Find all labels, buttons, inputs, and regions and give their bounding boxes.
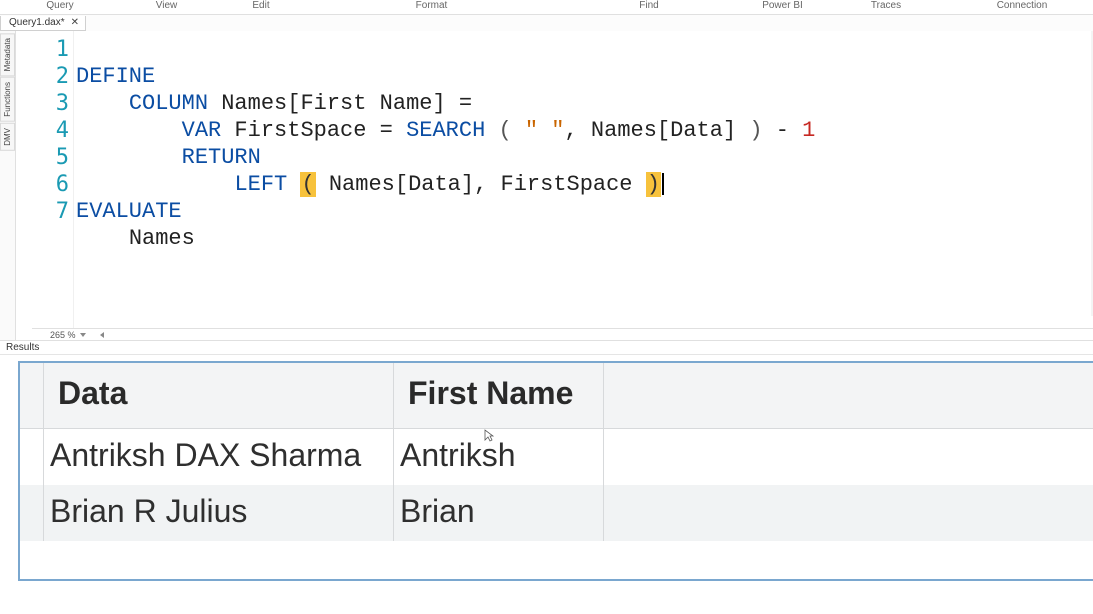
results-panel: Results Data First Name Antriksh DAX Sha…: [0, 340, 1093, 581]
cell-data[interactable]: Antriksh DAX Sharma: [44, 429, 394, 485]
matched-paren-close: ): [646, 172, 661, 197]
kw-var: VAR: [182, 118, 222, 143]
file-tab-label: Query1.dax*: [9, 17, 65, 28]
kw-define: DEFINE: [76, 64, 155, 89]
kw-evaluate: EVALUATE: [76, 199, 182, 224]
cell-first-name[interactable]: Brian: [394, 485, 604, 541]
column-header-first-name[interactable]: First Name: [394, 363, 604, 429]
side-tabs: Metadata Functions DMV: [0, 31, 16, 340]
side-tab-functions[interactable]: Functions: [0, 77, 15, 122]
column-header-empty: [604, 363, 1093, 429]
menu-format[interactable]: Format: [309, 0, 554, 11]
cell-first-name[interactable]: Antriksh: [394, 429, 604, 485]
chevron-down-icon[interactable]: [80, 333, 86, 337]
row-header[interactable]: [20, 429, 44, 485]
kw-return: RETURN: [182, 145, 261, 170]
code-area[interactable]: DEFINE COLUMN Names[First Name] = VAR Fi…: [76, 36, 1093, 279]
zoom-bar: 265 %: [32, 328, 1093, 340]
row-header[interactable]: [20, 485, 44, 541]
cell-empty: [604, 429, 1093, 485]
results-label: Results: [0, 341, 1093, 355]
string-literal: " ": [525, 118, 565, 143]
close-icon[interactable]: ✕: [71, 17, 79, 28]
matched-paren-open: (: [300, 172, 315, 197]
code-text: FirstSpace =: [221, 118, 406, 143]
menu-find[interactable]: Find: [554, 0, 744, 11]
number: 1: [802, 118, 815, 143]
code-text: Names: [129, 226, 195, 251]
cell-empty: [604, 485, 1093, 541]
fn-left: LEFT: [234, 172, 287, 197]
menu-connection[interactable]: Connection: [951, 0, 1093, 11]
line-gutter: 1234567: [16, 31, 74, 328]
editor[interactable]: 1234567 DEFINE COLUMN Names[First Name] …: [16, 31, 1093, 340]
kw-column: COLUMN: [129, 91, 208, 116]
space: [287, 172, 300, 197]
column-header-data[interactable]: Data: [44, 363, 394, 429]
main-row: Metadata Functions DMV 1234567 DEFINE CO…: [0, 31, 1093, 340]
paren: (: [485, 118, 525, 143]
menu-view[interactable]: View: [120, 0, 213, 11]
code-text: , Names[Data]: [565, 118, 750, 143]
code-text: Names[Data], FirstSpace: [316, 172, 646, 197]
cell-data[interactable]: Brian R Julius: [44, 485, 394, 541]
results-grid[interactable]: Data First Name Antriksh DAX Sharma Antr…: [18, 361, 1093, 581]
file-tabstrip: Query1.dax* ✕: [0, 15, 1093, 31]
menubar: Query View Edit Format Find Power BI Tra…: [0, 0, 1093, 15]
paren: ): [749, 118, 762, 143]
menu-edit[interactable]: Edit: [213, 0, 309, 11]
code-text: Names[First Name] =: [208, 91, 472, 116]
fn-search: SEARCH: [406, 118, 485, 143]
menu-powerbi[interactable]: Power BI: [744, 0, 821, 11]
zoom-level[interactable]: 265 %: [50, 330, 76, 340]
text-caret: [662, 173, 664, 195]
menu-query[interactable]: Query: [0, 0, 120, 11]
side-tab-metadata[interactable]: Metadata: [0, 33, 15, 76]
grid-corner[interactable]: [20, 363, 44, 429]
code-text: -: [763, 118, 803, 143]
menu-traces[interactable]: Traces: [821, 0, 951, 11]
file-tab[interactable]: Query1.dax* ✕: [0, 16, 86, 31]
side-tab-dmv[interactable]: DMV: [0, 123, 15, 151]
triangle-left-icon[interactable]: [100, 332, 104, 338]
